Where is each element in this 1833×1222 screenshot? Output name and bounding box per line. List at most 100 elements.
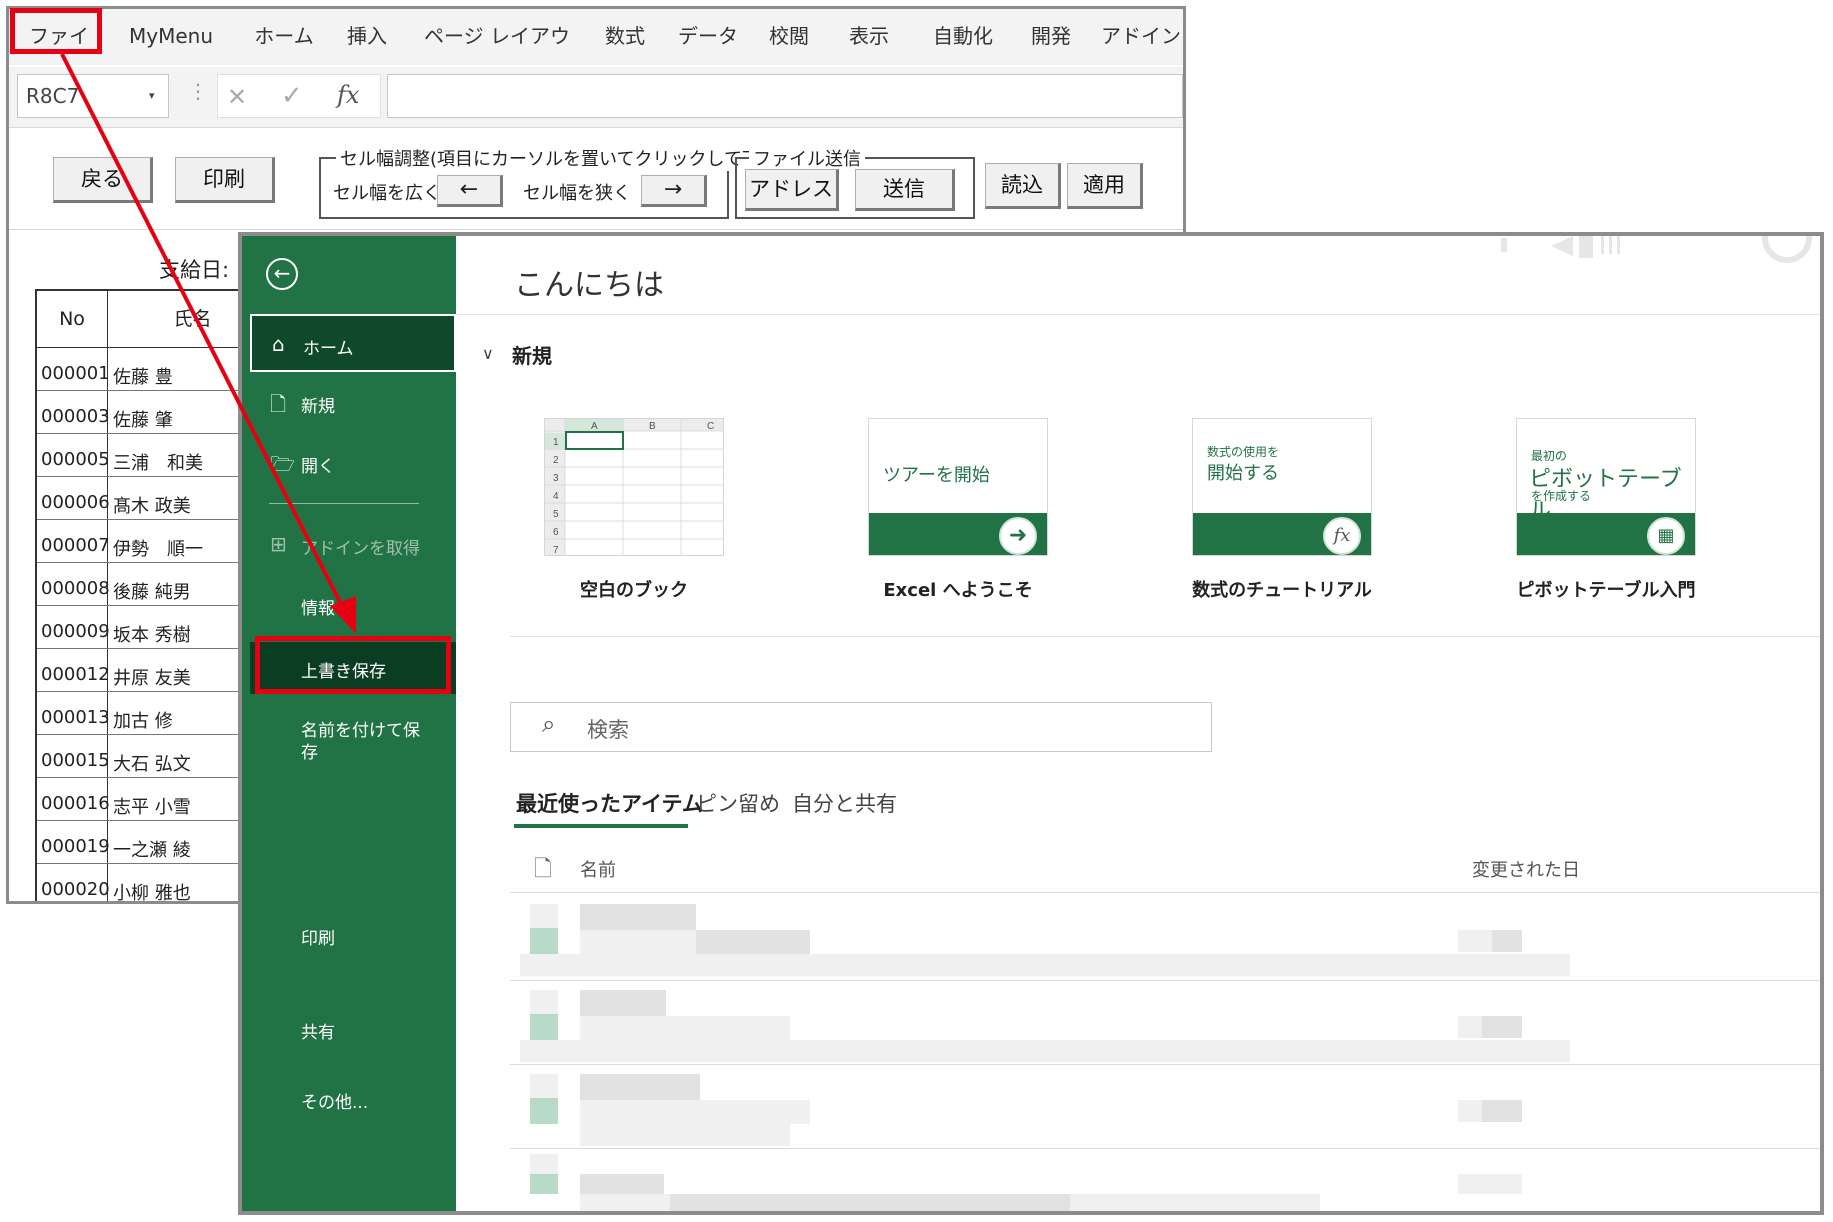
grid-col-label: C: [707, 421, 714, 432]
cell-employee-no[interactable]: 000003: [41, 406, 110, 427]
insert-function-icon[interactable]: fx: [337, 81, 359, 109]
nav-info[interactable]: 情報: [250, 576, 456, 634]
cell-employee-name[interactable]: 伊勢 順一: [113, 535, 203, 561]
tab-formulas[interactable]: 数式: [597, 9, 653, 63]
load-button[interactable]: 読込: [985, 163, 1061, 209]
template-label[interactable]: Excel へようこそ: [828, 576, 1088, 602]
new-section-title[interactable]: 新規: [512, 340, 552, 369]
section-divider: [510, 636, 1820, 637]
nav-save-as-label: 名前を付けて保: [301, 721, 420, 741]
cell-employee-no[interactable]: 000019: [41, 836, 110, 857]
cell-employee-no[interactable]: 000020: [41, 879, 110, 900]
formula-input[interactable]: [387, 74, 1183, 118]
tab-shared-with-me[interactable]: 自分と共有: [792, 788, 897, 818]
cell-employee-no[interactable]: 000008: [41, 578, 110, 599]
cell-employee-no[interactable]: 000016: [41, 793, 110, 814]
tab-addins[interactable]: アドイン: [1101, 9, 1181, 63]
cell-employee-no[interactable]: 000006: [41, 492, 110, 513]
folder-open-icon: 🗁: [270, 452, 295, 476]
nav-home[interactable]: ⌂ ホーム: [250, 314, 456, 372]
search-placeholder: 検索: [587, 718, 629, 742]
grid-col-label: A: [591, 421, 598, 432]
list-divider: [510, 1148, 1820, 1149]
nav-print-label: 印刷: [301, 929, 335, 949]
tab-review[interactable]: 校閲: [761, 9, 817, 63]
list-item[interactable]: [510, 1150, 1820, 1211]
back-arrow-icon[interactable]: ←: [266, 258, 298, 290]
tab-pinned[interactable]: ピン留め: [696, 788, 780, 818]
cell-employee-name[interactable]: 佐藤 肇: [113, 406, 173, 432]
cell-employee-name[interactable]: 井原 友美: [113, 664, 191, 690]
list-item[interactable]: [510, 896, 1820, 980]
tab-view[interactable]: 表示: [841, 9, 897, 63]
nav-print[interactable]: 印刷: [250, 906, 456, 964]
template-thumb-small-2: を作成する: [1531, 489, 1592, 503]
list-item[interactable]: [510, 982, 1820, 1064]
nav-addin-label: アドインを取得: [301, 539, 420, 559]
template-pivot[interactable]: 最初の ピボットテーブル を作成する ▦: [1516, 418, 1696, 556]
template-thumb-text: 開始する: [1207, 463, 1279, 484]
cell-employee-no[interactable]: 000012: [41, 664, 110, 685]
template-welcome[interactable]: ツアーを開始 ➜: [868, 418, 1048, 556]
narrow-button[interactable]: →: [641, 175, 707, 207]
nav-save-as[interactable]: 名前を付けて保 存: [250, 704, 456, 774]
grid-col-label: B: [649, 421, 656, 432]
template-label[interactable]: ピボットテーブル入門: [1476, 576, 1736, 602]
enter-icon[interactable]: ✓: [281, 81, 303, 111]
recent-file-list: [510, 896, 1820, 1211]
apply-button[interactable]: 適用: [1067, 163, 1143, 209]
tab-automate[interactable]: 自動化: [925, 9, 1001, 63]
file-send-group-title: ファイル送信: [749, 145, 865, 171]
nav-share[interactable]: 共有: [250, 1000, 456, 1058]
template-blank-workbook[interactable]: A B C 1 2 3 4 5 6 7: [544, 418, 724, 556]
nav-info-label: 情報: [301, 599, 335, 619]
cell-employee-name[interactable]: 小柳 雅也: [113, 879, 191, 901]
tab-developer[interactable]: 開発: [1023, 9, 1079, 63]
name-box[interactable]: R8C7: [17, 74, 169, 118]
cell-employee-no[interactable]: 000015: [41, 750, 110, 771]
more-vertical-icon: ⋮: [188, 79, 208, 103]
template-formula-tutorial[interactable]: 数式の使用を 開始する fx: [1192, 418, 1372, 556]
cell-employee-name[interactable]: 佐藤 豊: [113, 363, 173, 389]
cell-employee-no[interactable]: 000005: [41, 449, 110, 470]
cancel-icon[interactable]: ✕: [227, 83, 247, 111]
chevron-down-icon[interactable]: ▾: [149, 89, 155, 102]
print-button[interactable]: 印刷: [175, 157, 275, 203]
address-button[interactable]: アドレス: [745, 169, 839, 211]
nav-open[interactable]: 🗁 開く: [250, 434, 456, 492]
new-file-icon: 🗋: [270, 392, 287, 416]
widen-button[interactable]: ←: [437, 175, 503, 207]
tab-recent[interactable]: 最近使ったアイテム: [516, 788, 703, 818]
sheet-button-area: 戻る 印刷 セル幅調整(項目にカーソルを置いてクリックして下さい) セル幅を広く…: [9, 129, 1183, 230]
template-label[interactable]: 数式のチュートリアル: [1152, 576, 1412, 602]
cell-employee-name[interactable]: 三浦 和美: [113, 449, 203, 475]
send-button[interactable]: 送信: [855, 169, 955, 211]
cell-employee-name[interactable]: 大石 弘文: [113, 750, 191, 776]
nav-more[interactable]: その他...: [250, 1070, 456, 1128]
grid-row-label: 5: [553, 509, 559, 520]
cell-employee-name[interactable]: 坂本 秀樹: [113, 621, 191, 647]
pivot-table-icon: ▦: [1647, 517, 1685, 555]
cell-employee-no[interactable]: 000009: [41, 621, 110, 642]
chevron-down-icon[interactable]: ∨: [482, 344, 494, 363]
cell-employee-no[interactable]: 000001: [41, 363, 110, 384]
tab-home[interactable]: ホーム: [249, 9, 319, 63]
cell-employee-no[interactable]: 000013: [41, 707, 110, 728]
cell-employee-name[interactable]: 一之瀬 綾: [113, 836, 191, 862]
nav-new[interactable]: 🗋 新規: [250, 374, 456, 432]
nav-get-addins[interactable]: ⊞ アドインを取得: [250, 516, 456, 574]
tab-page-layout[interactable]: ページ レイアウト: [421, 9, 573, 102]
cell-employee-no[interactable]: 000007: [41, 535, 110, 556]
function-icon: fx: [1323, 517, 1361, 555]
back-button[interactable]: 戻る: [53, 157, 153, 203]
cell-employee-name[interactable]: 加古 修: [113, 707, 173, 733]
cell-employee-name[interactable]: 志平 小雪: [113, 793, 191, 819]
cell-employee-name[interactable]: 後藤 純男: [113, 578, 191, 604]
tab-mymenu[interactable]: MyMenu: [121, 9, 221, 63]
cell-employee-name[interactable]: 髙木 政美: [113, 492, 191, 518]
tab-data[interactable]: データ: [677, 9, 739, 63]
pay-date-label: 支給日:: [159, 258, 230, 282]
tab-insert[interactable]: 挿入: [339, 9, 395, 63]
template-label[interactable]: 空白のブック: [504, 576, 764, 602]
list-item[interactable]: [510, 1066, 1820, 1148]
